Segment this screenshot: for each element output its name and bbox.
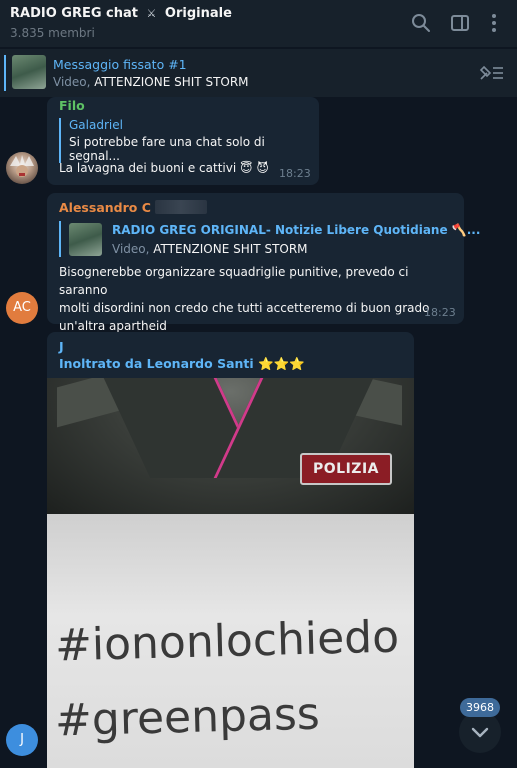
- pinned-message-bar[interactable]: Messaggio fissato #1 Video, ATTENZIONE S…: [0, 49, 517, 97]
- crossed-swords-icon: ⚔: [146, 7, 157, 20]
- message-bubble[interactable]: Filo Galadriel Si potrebbe fare una chat…: [47, 97, 319, 185]
- sign-hashtag: #iononlochiedo: [54, 611, 400, 672]
- search-icon[interactable]: [410, 12, 432, 34]
- photo-uniform: POLIZIA: [47, 378, 414, 514]
- reply-preview[interactable]: RADIO GREG ORIGINAL- Notizie Libere Quot…: [59, 221, 480, 257]
- reply-thumbnail: [69, 223, 102, 256]
- pinned-type: Video,: [53, 75, 91, 89]
- chat-header[interactable]: RADIO GREG chat ⚔ Originale 3.835 membri: [0, 0, 517, 47]
- pinned-content: ATTENZIONE SHIT STORM: [94, 75, 249, 89]
- avatar[interactable]: [6, 152, 38, 184]
- sign-hashtag: #greenpass: [54, 688, 321, 747]
- unpin-list-icon[interactable]: [479, 63, 505, 83]
- message-bubble[interactable]: Alessandro C RADIO GREG ORIGINAL- Notizi…: [47, 193, 480, 333]
- more-vertical-icon[interactable]: [483, 12, 505, 34]
- message-time: 18:23: [424, 306, 456, 319]
- avatar[interactable]: J: [6, 724, 38, 756]
- reply-content: ATTENZIONE SHIT STORM: [153, 242, 308, 256]
- chat-title-suffix: Originale: [164, 6, 232, 21]
- message-line: molti disordini non credo che tutti acce…: [59, 301, 430, 315]
- message-time: 18:23: [279, 167, 311, 180]
- pinned-thumbnail: [12, 55, 46, 89]
- chevron-down-icon: [471, 727, 489, 738]
- sender-name[interactable]: Alessandro C: [59, 200, 208, 215]
- pinned-indicator: [4, 55, 6, 91]
- reply-name: RADIO GREG ORIGINAL- Notizie Libere Quot…: [112, 223, 481, 237]
- forwarded-from[interactable]: Inoltrato da Leonardo Santi ⭐⭐⭐: [59, 356, 305, 372]
- pinned-title: Messaggio fissato #1: [53, 57, 187, 72]
- chat-title[interactable]: RADIO GREG chat ⚔ Originale: [10, 6, 232, 21]
- scroll-down-button[interactable]: [459, 711, 501, 753]
- sidebar-toggle-icon[interactable]: [449, 12, 471, 34]
- unread-count-badge: 3968: [460, 698, 500, 717]
- message-photo[interactable]: POLIZIA #iononlochiedo #greenpass: [47, 378, 414, 768]
- message-text: Bisognerebbe organizzare squadriglie pun…: [59, 263, 454, 335]
- chat-title-text: RADIO GREG chat: [10, 6, 138, 21]
- reply-name: Galadriel: [69, 118, 123, 132]
- reply-type: Video,: [112, 242, 150, 256]
- sender-name[interactable]: Filo: [59, 98, 85, 113]
- avatar[interactable]: AC: [6, 292, 38, 324]
- pinned-text: Video, ATTENZIONE SHIT STORM: [53, 75, 249, 89]
- polizia-badge: POLIZIA: [300, 453, 392, 485]
- member-count: 3.835 membri: [10, 26, 95, 40]
- redacted-name: [155, 200, 208, 214]
- sender-name-text: Alessandro C: [59, 200, 151, 215]
- sender-name[interactable]: J: [59, 339, 64, 354]
- photo-sign: #iononlochiedo #greenpass: [47, 514, 414, 768]
- headdress-avatar-icon: [10, 155, 34, 177]
- message-line: Bisognerebbe organizzare squadriglie pun…: [59, 265, 409, 297]
- reply-preview[interactable]: Galadriel Si potrebbe fare una chat solo…: [59, 118, 314, 163]
- message-text: La lavagna dei buoni e cattivi 😇 😈: [59, 161, 269, 175]
- reply-text: Video, ATTENZIONE SHIT STORM: [112, 242, 308, 256]
